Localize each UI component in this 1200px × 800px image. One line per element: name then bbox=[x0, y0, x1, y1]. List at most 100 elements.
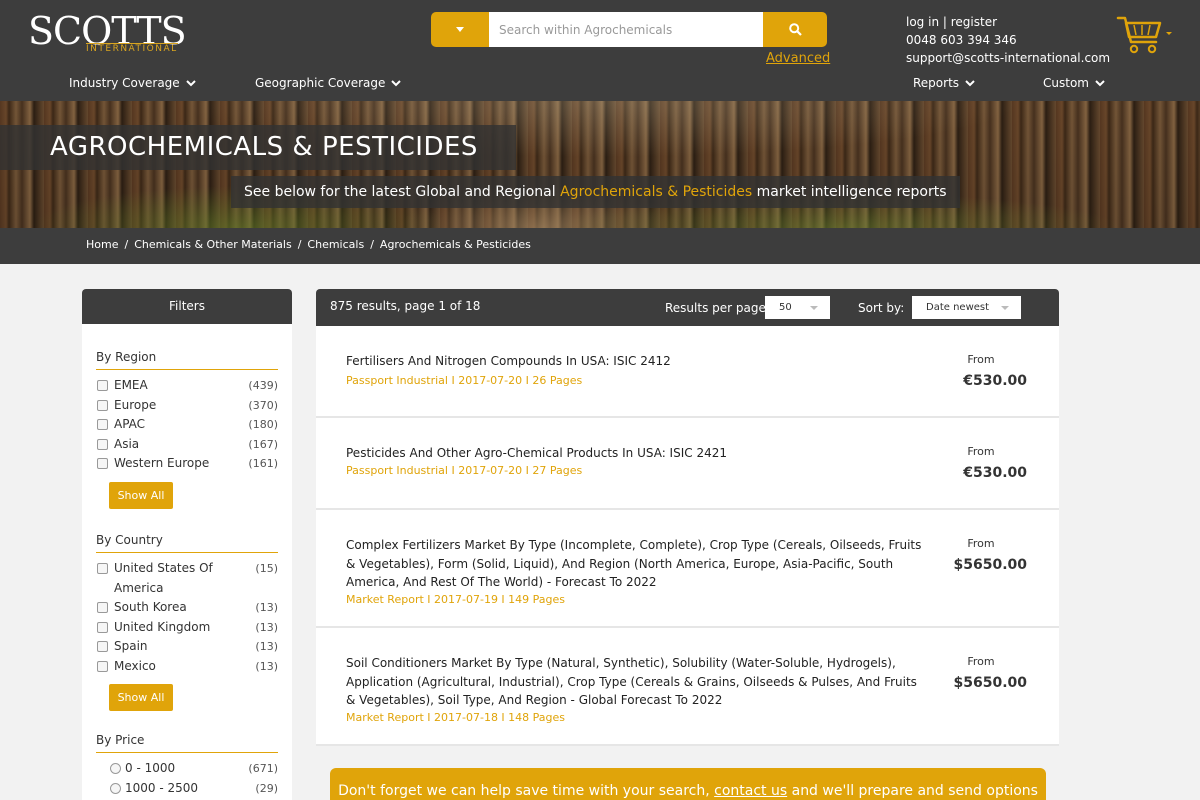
filter-title: By Price bbox=[96, 733, 278, 753]
phone-number: 0048 603 394 346 bbox=[906, 33, 1017, 47]
filter-option-europe[interactable]: Europe (370) bbox=[96, 396, 278, 416]
filter-title: By Country bbox=[96, 533, 278, 553]
result-title-link[interactable]: Complex Fertilizers Market By Type (Inco… bbox=[346, 536, 926, 592]
nav-industry-coverage[interactable]: Industry Coverage bbox=[69, 76, 196, 90]
shopping-cart-icon bbox=[1116, 16, 1172, 54]
show-all-countries-button[interactable]: Show All bbox=[109, 684, 173, 711]
search-input[interactable] bbox=[489, 12, 763, 47]
filter-group-region: By Region EMEA (439) Europe (370) APAC (180… bbox=[96, 350, 278, 509]
checkbox[interactable] bbox=[97, 438, 108, 450]
result-from-label: From bbox=[967, 655, 995, 668]
result-item: Pesticides And Other Agro-Chemical Produ… bbox=[316, 418, 1059, 510]
breadcrumb-chemicals[interactable]: Chemicals bbox=[307, 238, 364, 251]
filter-group-country: By Country United States Of America (15) … bbox=[96, 533, 278, 711]
result-title-link[interactable]: Fertilisers And Nitrogen Compounds In US… bbox=[346, 352, 926, 371]
filters-heading: Filters bbox=[82, 289, 292, 324]
filter-title: By Region bbox=[96, 350, 278, 370]
filter-option-usa[interactable]: United States Of America (15) bbox=[96, 559, 278, 598]
checkbox[interactable] bbox=[97, 602, 108, 613]
result-item: Fertilisers And Nitrogen Compounds In US… bbox=[316, 326, 1059, 418]
breadcrumb-chemicals-other-materials[interactable]: Chemicals & Other Materials bbox=[134, 238, 292, 251]
cart-button[interactable] bbox=[1116, 14, 1172, 56]
result-meta: Passport Industrial I 2017-07-20 I 26 Pa… bbox=[346, 374, 583, 387]
checkbox[interactable] bbox=[97, 399, 108, 411]
filter-option-united-kingdom[interactable]: United Kingdom (13) bbox=[96, 618, 278, 638]
login-link[interactable]: log in bbox=[906, 15, 939, 29]
checkbox[interactable] bbox=[97, 380, 108, 391]
nav-reports[interactable]: Reports bbox=[913, 76, 975, 90]
result-item: Soil Conditioners Market By Type (Natura… bbox=[316, 628, 1059, 746]
cta-text-after: and we'll prepare and send options bbox=[791, 783, 1038, 799]
nav-geographic-coverage[interactable]: Geographic Coverage bbox=[255, 76, 402, 90]
logo[interactable]: SCOTTS INTERNATIONAL bbox=[28, 12, 187, 54]
results-per-page-label: Results per page bbox=[665, 301, 766, 315]
caret-down-icon bbox=[1001, 306, 1009, 310]
advanced-search-link[interactable]: Advanced bbox=[766, 51, 830, 66]
results-count: 875 results, page 1 of 18 bbox=[330, 299, 481, 313]
results-per-page-value: 50 bbox=[779, 302, 792, 313]
caret-down-icon bbox=[456, 27, 464, 32]
result-from-label: From bbox=[967, 445, 995, 458]
sort-by-value: Date newest bbox=[926, 302, 990, 313]
subtitle-text-before: See below for the latest Global and Regi… bbox=[244, 184, 556, 200]
result-price: $5650.00 bbox=[953, 557, 1027, 573]
filter-option-price-0-1000[interactable]: 0 - 1000 (671) bbox=[96, 759, 278, 779]
filter-option-asia[interactable]: Asia (167) bbox=[96, 435, 278, 455]
result-meta: Passport Industrial I 2017-07-20 I 27 Pa… bbox=[346, 464, 583, 477]
filter-option-price-1000-2500[interactable]: 1000 - 2500 (29) bbox=[96, 779, 278, 799]
page-title: AGROCHEMICALS & PESTICIDES bbox=[0, 125, 516, 170]
results-per-page-select[interactable]: 50 bbox=[765, 296, 830, 319]
nav-label: Industry Coverage bbox=[69, 76, 180, 90]
filter-option-spain[interactable]: Spain (13) bbox=[96, 637, 278, 657]
filter-option-western-europe[interactable]: Western Europe (161) bbox=[96, 454, 278, 474]
filter-option-emea[interactable]: EMEA (439) bbox=[96, 376, 278, 396]
filter-option-south-korea[interactable]: South Korea (13) bbox=[96, 598, 278, 618]
checkbox[interactable] bbox=[97, 563, 108, 574]
hero-banner: AGROCHEMICALS & PESTICIDES See below for… bbox=[0, 101, 1200, 228]
chevron-down-icon bbox=[391, 79, 402, 86]
chevron-down-icon bbox=[965, 79, 975, 86]
caret-down-icon bbox=[810, 306, 818, 310]
chevron-down-icon bbox=[185, 79, 196, 86]
result-title-link[interactable]: Soil Conditioners Market By Type (Natura… bbox=[346, 654, 926, 710]
search-bar bbox=[431, 12, 827, 47]
checkbox[interactable] bbox=[97, 641, 108, 652]
nav-custom[interactable]: Custom bbox=[1043, 76, 1105, 90]
logo-sub-text: INTERNATIONAL bbox=[86, 43, 178, 54]
result-price: $5650.00 bbox=[953, 675, 1027, 691]
search-button[interactable] bbox=[763, 12, 827, 47]
subtitle-highlight: Agrochemicals & Pesticides bbox=[560, 184, 753, 200]
site-header: SCOTTS INTERNATIONAL Advanced log in | r… bbox=[0, 0, 1200, 101]
nav-label: Reports bbox=[913, 76, 960, 90]
sort-by-select[interactable]: Date newest bbox=[912, 296, 1021, 319]
chevron-down-icon bbox=[1095, 79, 1105, 86]
nav-label: Geographic Coverage bbox=[255, 76, 386, 90]
breadcrumb-bar: Home / Chemicals & Other Materials / Chemi… bbox=[0, 228, 1200, 264]
page-subtitle: See below for the latest Global and Regi… bbox=[231, 176, 960, 208]
main-nav: Industry Coverage Geographic Coverage Re… bbox=[0, 76, 1200, 96]
result-from-label: From bbox=[967, 353, 995, 366]
filter-group-price: By Price 0 - 1000 (671) 1000 - 2500 (29) bbox=[96, 733, 278, 798]
result-item: Complex Fertilizers Market By Type (Inco… bbox=[316, 510, 1059, 628]
checkbox[interactable] bbox=[97, 621, 108, 633]
support-email[interactable]: support@scotts-international.com bbox=[906, 49, 1110, 67]
search-icon bbox=[788, 23, 802, 36]
checkbox[interactable] bbox=[97, 458, 108, 469]
filter-option-mexico[interactable]: Mexico (13) bbox=[96, 657, 278, 677]
register-link[interactable]: register bbox=[951, 15, 997, 29]
search-category-dropdown[interactable] bbox=[431, 12, 489, 47]
radio[interactable] bbox=[110, 763, 121, 774]
subtitle-text-after: market intelligence reports bbox=[756, 184, 947, 200]
checkbox[interactable] bbox=[97, 660, 108, 672]
contact-us-link[interactable]: contact us bbox=[714, 783, 787, 799]
result-meta: Market Report I 2017-07-19 I 149 Pages bbox=[346, 593, 566, 606]
radio[interactable] bbox=[110, 782, 121, 794]
result-title-link[interactable]: Pesticides And Other Agro-Chemical Produ… bbox=[346, 444, 926, 463]
show-all-regions-button[interactable]: Show All bbox=[109, 481, 173, 509]
user-links-separator: | bbox=[942, 15, 947, 29]
filter-option-apac[interactable]: APAC (180) bbox=[96, 415, 278, 435]
breadcrumb-agrochemicals[interactable]: Agrochemicals & Pesticides bbox=[380, 238, 531, 251]
breadcrumb-home[interactable]: Home bbox=[86, 238, 118, 251]
breadcrumb: Home / Chemicals & Other Materials / Chemi… bbox=[86, 238, 531, 251]
checkbox[interactable] bbox=[97, 419, 108, 430]
